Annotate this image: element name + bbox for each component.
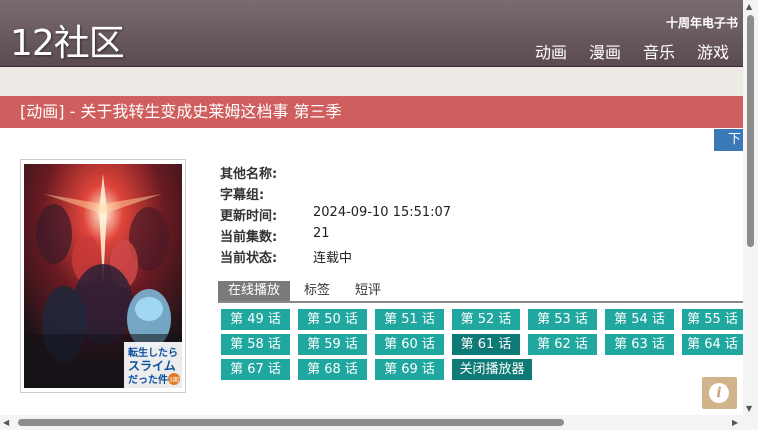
header-band [0,67,743,96]
scroll-left-arrow-icon[interactable]: ◀ [3,419,9,427]
episode-button[interactable]: 第 62 话 [528,334,597,355]
episode-button[interactable]: 第 68 话 [298,359,367,380]
scroll-right-arrow-icon[interactable]: ▶ [732,419,738,427]
episode-button[interactable]: 第 69 话 [375,359,444,380]
info-label: 当前集数: [220,230,278,245]
tab-short-reviews[interactable]: 短评 [355,281,381,301]
episode-button[interactable]: 第 64 话 [682,334,743,355]
close-player-button[interactable]: 关闭播放器 [452,359,532,380]
nav-anime[interactable]: 动画 [535,39,567,63]
episode-button[interactable]: 第 59 话 [298,334,367,355]
poster-title-line-2: スライム [128,359,176,373]
episode-button[interactable]: 第 49 话 [221,309,290,330]
info-value: 21 [313,226,330,241]
episode-button[interactable]: 第 54 话 [605,309,674,330]
nav-music[interactable]: 音乐 [643,39,675,63]
nav-manga[interactable]: 漫画 [589,39,621,63]
site-header: 12社区 十周年电子书 动画 漫画 音乐 游戏 [0,0,743,67]
episode-button[interactable]: 第 60 话 [375,334,444,355]
detail-tabs: 在线播放 标签 短评 [218,281,743,303]
info-label: 其他名称: [220,167,278,182]
poster-season-badge: 3期 [169,376,179,384]
horizontal-scrollbar-thumb[interactable] [18,419,564,426]
poster-title-line-3: だった件 [128,373,168,386]
main-nav: 动画 漫画 音乐 游戏 [535,39,729,63]
site-logo[interactable]: 12社区 [10,14,125,66]
episode-button[interactable]: 第 50 话 [298,309,367,330]
info-row-status: 当前状态: 连载中 [220,247,451,268]
poster-title-line-1: 転生したら [128,346,178,359]
scroll-down-arrow-icon[interactable]: ▼ [746,405,752,413]
info-row-updated: 更新时间: 2024-09-10 15:51:07 [220,205,451,226]
vertical-scrollbar-thumb[interactable] [747,15,754,247]
vertical-scrollbar[interactable]: ▲ ▼ [743,0,758,430]
info-table: 其他名称: 字幕组: 更新时间: 2024-09-10 15:51:07 当前集… [220,163,451,268]
info-value: 2024-09-10 15:51:07 [313,205,452,220]
episode-button[interactable]: 第 67 话 [221,359,290,380]
episode-button[interactable]: 第 51 话 [375,309,444,330]
info-icon: i [709,383,729,403]
info-row-subgroup: 字幕组: [220,184,451,205]
info-label: 更新时间: [220,209,278,224]
poster-frame: 転生したら スライム だった件 3期 [20,159,186,393]
episode-button[interactable]: 第 55 话 [682,309,743,330]
episode-button[interactable]: 第 53 话 [528,309,597,330]
tab-tags[interactable]: 标签 [304,281,330,301]
info-row-alias: 其他名称: [220,163,451,184]
poster-art: 転生したら スライム だった件 3期 [24,164,182,388]
info-row-episode-count: 当前集数: 21 [220,226,451,247]
tab-online-play[interactable]: 在线播放 [218,281,290,301]
anime-poster-image: 転生したら スライム だった件 3期 [24,164,182,388]
page-title: [动画] - 关于我转生变成史莱姆这档事 第三季 [0,96,743,128]
anniversary-ebook-link[interactable]: 十周年电子书 [666,14,738,31]
info-value: 连载中 [313,251,353,266]
nav-games[interactable]: 游戏 [697,39,729,63]
download-button[interactable]: 下 [714,129,743,151]
episode-button[interactable]: 第 52 话 [452,309,520,330]
episode-button[interactable]: 第 63 话 [605,334,674,355]
episode-button[interactable]: 第 58 话 [221,334,290,355]
info-label: 字幕组: [220,188,265,203]
horizontal-scrollbar[interactable]: ◀ ▶ [0,415,743,430]
scroll-up-arrow-icon[interactable]: ▲ [746,3,752,11]
floating-info-button[interactable]: i [702,377,737,409]
info-label: 当前状态: [220,251,278,266]
episode-button-current[interactable]: 第 61 话 [452,334,520,355]
